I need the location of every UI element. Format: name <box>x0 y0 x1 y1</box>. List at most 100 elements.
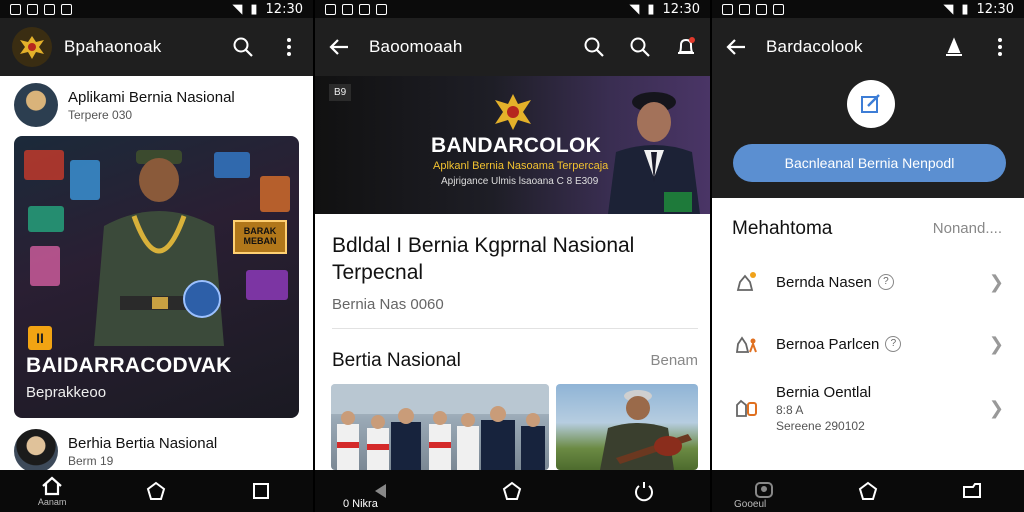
list-item[interactable]: Bernia Oentlal 8:8 A Sereene 290102 ❯ <box>712 380 1024 436</box>
nav-tabs-button[interactable] <box>952 471 992 511</box>
hero-subtitle: Beprakkeoo <box>26 384 107 401</box>
promo-sign: BARAK MEBAN <box>233 220 287 254</box>
list-item-detail: 8:8 A <box>776 402 804 417</box>
app-bar: Baoomoaah <box>315 18 710 76</box>
app-logo-emblem-icon[interactable] <box>12 27 52 67</box>
primary-action-button[interactable]: Bacnleanal Bernia Nenpodl <box>733 144 1006 182</box>
list-item[interactable]: Bernda Nasen? ❯ <box>712 254 1024 310</box>
wifi-icon: ◥ <box>232 1 243 17</box>
shield-badge-icon <box>183 280 221 318</box>
profile-header: Bacnleanal Bernia Nenpodl <box>712 76 1024 198</box>
share-icon[interactable] <box>942 35 966 59</box>
feed: Aplikami Bernia Nasional Terpere 030 BAR… <box>0 76 313 473</box>
app-title: Bpahaonoak <box>64 37 162 56</box>
profile-icon <box>755 482 773 498</box>
avatar[interactable] <box>14 429 58 473</box>
pentagon-home-icon <box>858 481 878 500</box>
phone-screen-3: ◥ ▮ 12:30 Bardacolook Bacnleanal Bernia … <box>712 0 1024 512</box>
search-icon[interactable] <box>582 35 606 59</box>
divider <box>332 328 698 329</box>
list-item-label: Bernoa Parlcen <box>776 335 880 353</box>
app-title: Bardacolook <box>766 37 863 56</box>
tabs-icon <box>963 483 981 498</box>
list-item[interactable]: Bernoa Parlcen? ❯ <box>712 316 1024 372</box>
nav-home-button[interactable]: Aanam <box>32 471 72 511</box>
nav-home-button[interactable] <box>492 471 532 511</box>
nav-home-button[interactable] <box>848 471 888 511</box>
chevron-right-icon: ❯ <box>988 271 1004 292</box>
banner-tag: B9 <box>329 84 352 101</box>
status-system-icons: ◥ ▮ 12:30 <box>232 2 303 17</box>
promo-banner[interactable]: B9 BANDARCOLOK Aplkanl Bernia Nasoama Te… <box>315 76 710 214</box>
musician-photo-illustration <box>600 390 692 470</box>
status-notification-icons <box>10 3 72 15</box>
three-phone-screenshot: ◥ ▮ 12:30 Bpahaonoak Aplikami Bernia Nas… <box>0 0 1024 512</box>
wifi-icon: ◥ <box>629 1 640 17</box>
post-meta: Terpere 030 <box>68 107 133 122</box>
status-time: 12:30 <box>265 1 303 17</box>
edit-icon <box>861 94 880 113</box>
battery-icon: ▮ <box>250 1 258 17</box>
home-person-icon <box>732 330 760 358</box>
post-author: Aplikami Bernia Nasional <box>68 88 235 106</box>
garuda-emblem-icon <box>495 94 531 130</box>
list-item-meta: Sereene 290102 <box>776 418 865 433</box>
home-device-icon <box>732 394 760 422</box>
nav-home-circle-button[interactable] <box>136 471 176 511</box>
back-arrow-icon[interactable] <box>724 35 748 59</box>
pentagon-home-icon <box>503 481 522 500</box>
news-thumbnail[interactable] <box>556 384 698 470</box>
hero-card[interactable]: BARAK MEBAN II BAIDARRACODVAK Beprakkeoo <box>14 136 299 418</box>
list-item-label: Bernda Nasen <box>776 273 872 291</box>
feed-post-header[interactable]: Aplikami Bernia Nasional Terpere 030 <box>0 76 313 134</box>
back-arrow-icon[interactable] <box>327 35 351 59</box>
search-icon[interactable] <box>628 35 652 59</box>
status-time: 12:30 <box>662 1 700 17</box>
news-thumbnail[interactable] <box>331 384 549 470</box>
avatar[interactable] <box>14 83 58 127</box>
article-meta: Bernia Nas 0060 <box>332 296 444 313</box>
square-icon <box>252 483 269 499</box>
phone-screen-2: ◥ ▮ 12:30 Baoomoaah B9 BANDARCOLOK Aplka… <box>315 0 710 512</box>
soldier-illustration <box>94 150 224 346</box>
phone-screen-1: ◥ ▮ 12:30 Bpahaonoak Aplikami Bernia Nas… <box>0 0 313 512</box>
section-more-link[interactable]: Benam <box>650 352 698 369</box>
more-vert-icon[interactable] <box>277 35 301 59</box>
nav-refresh-button[interactable] <box>624 471 664 511</box>
nav-label: 0 Nikra <box>343 498 378 510</box>
app-bar: Bpahaonoak <box>0 18 313 76</box>
list-more-link[interactable]: Nonand.... <box>933 220 1002 237</box>
app-bar: Bardacolook <box>712 18 1024 76</box>
status-system-icons: ◥ ▮ 12:30 <box>629 2 700 17</box>
bottom-nav: Aanam <box>0 470 313 512</box>
team-photo-illustration <box>331 384 549 470</box>
article-title: Bdldal I Bernia Kgprnal Nasional Terpecn… <box>332 234 635 285</box>
section-title: Bertia Nasional <box>332 350 461 371</box>
banner-caption: Apjrigance Ulmis lsaoana C 8 E309 <box>441 176 599 187</box>
status-bar: ◥ ▮ 12:30 <box>315 0 710 18</box>
info-icon: ? <box>877 274 894 290</box>
status-bar: ◥ ▮ 12:30 <box>712 0 1024 18</box>
edit-button[interactable] <box>847 80 895 128</box>
search-icon[interactable] <box>231 35 255 59</box>
hero-badge: II <box>28 326 52 350</box>
battery-icon: ▮ <box>647 1 655 17</box>
more-vert-icon[interactable] <box>988 35 1012 59</box>
status-system-icons: ◥ ▮ 12:30 <box>943 2 1014 17</box>
pentagon-home-icon <box>147 481 166 500</box>
nav-recents-button[interactable] <box>241 471 281 511</box>
hero-title: BAIDARRACODVAK <box>26 354 232 377</box>
chevron-right-icon: ❯ <box>988 333 1004 354</box>
post-meta: Berm 19 <box>68 453 114 468</box>
notification-bell-icon[interactable] <box>674 35 698 59</box>
app-title: Baoomoaah <box>369 37 463 56</box>
nav-label: Gooeul <box>734 499 767 510</box>
article-view: B9 BANDARCOLOK Aplkanl Bernia Nasoama Te… <box>315 76 710 470</box>
refresh-icon <box>635 482 654 502</box>
category-list: Mehahtoma Nonand.... Bernda Nasen? ❯ Ber… <box>712 198 1024 470</box>
home-icon <box>42 476 62 495</box>
status-notification-icons <box>722 3 784 15</box>
list-title: Mehahtoma <box>732 218 833 239</box>
status-time: 12:30 <box>976 1 1014 17</box>
status-notification-icons <box>325 3 387 15</box>
